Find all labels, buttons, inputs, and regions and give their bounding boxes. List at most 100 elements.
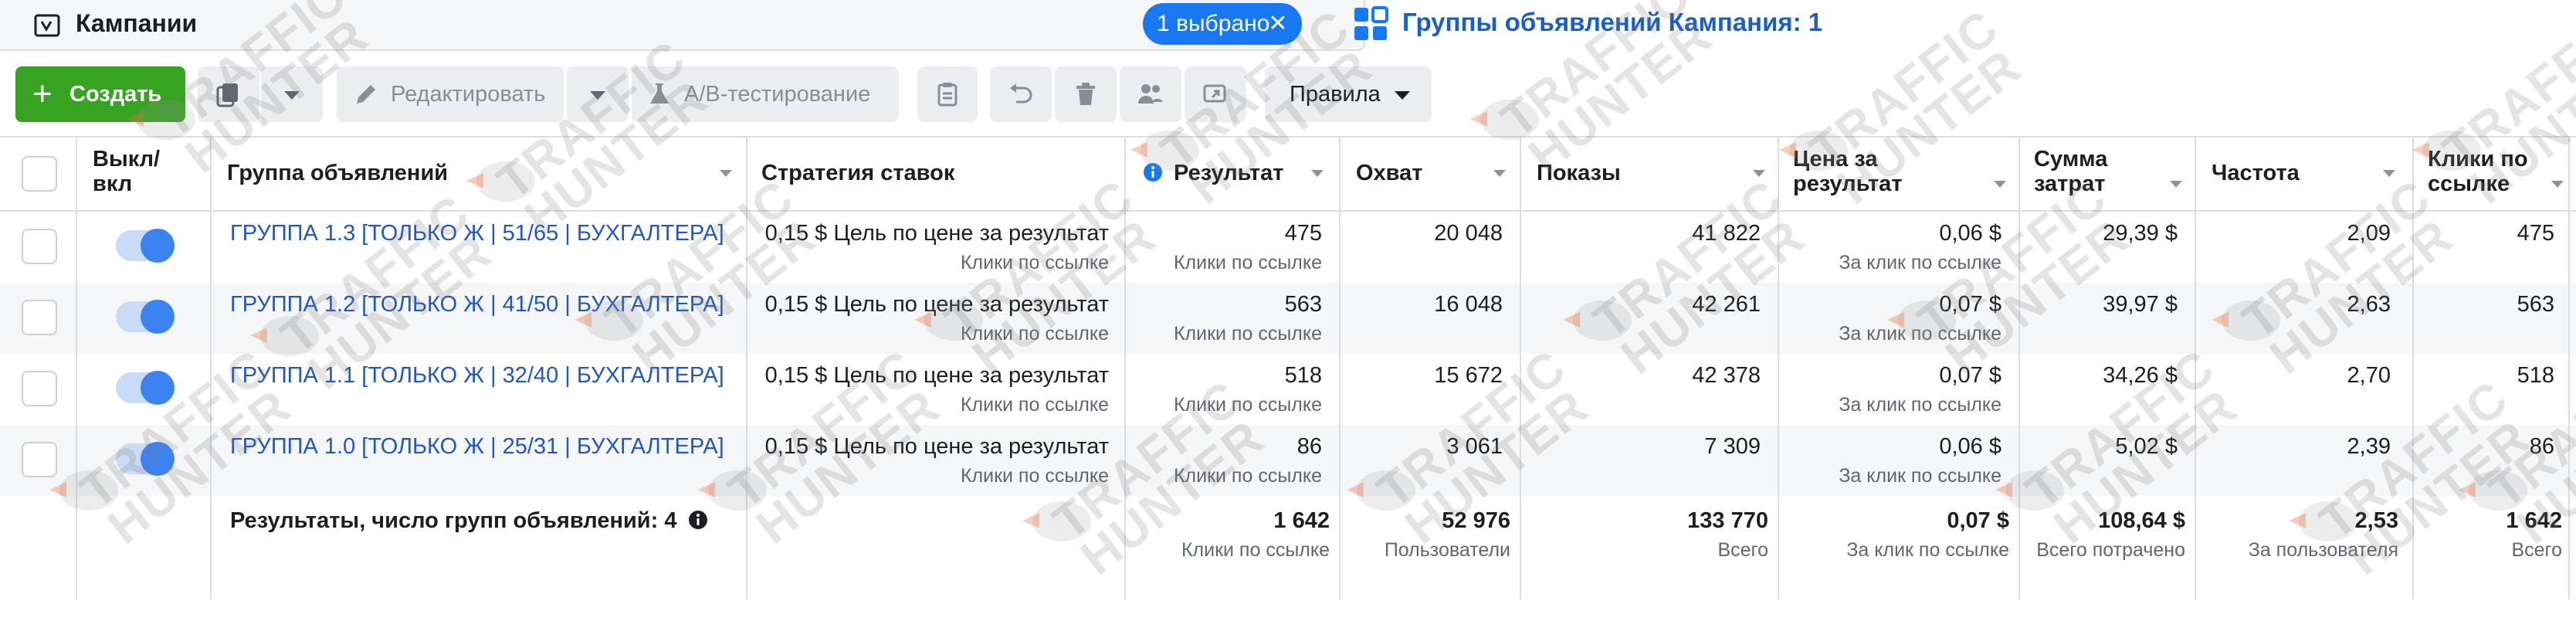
adsets-title: Группы объявлений Кампания: 1 bbox=[1402, 8, 1823, 36]
column-header-spent[interactable]: Сумма затрат bbox=[2034, 147, 2182, 221]
ad-group-name-link[interactable]: ГРУППА 1.0 [ТОЛЬКО Ж | 25/31 | БУХГАЛТЕР… bbox=[230, 434, 724, 460]
ab-test-button[interactable]: A/B-тестирование bbox=[632, 66, 899, 122]
result-value: 563 bbox=[1284, 292, 1322, 317]
summary-frequency-sub: За пользователя bbox=[2248, 539, 2398, 561]
row-toggle[interactable] bbox=[116, 229, 175, 263]
column-divider bbox=[2412, 136, 2414, 599]
summary-cpr-sub: За клик по ссылке bbox=[1846, 539, 2009, 561]
spent-value: 39,97 $ bbox=[2103, 292, 2178, 317]
column-label: Стратегия ставок bbox=[761, 161, 955, 185]
spent-value: 29,39 $ bbox=[2103, 221, 2178, 246]
adsets-table: Выкл/ вкл Группа объявлений Стратегия ст… bbox=[0, 136, 2576, 599]
sort-icon[interactable] bbox=[2170, 181, 2182, 188]
frequency-value: 2,09 bbox=[2347, 221, 2391, 246]
column-divider bbox=[2568, 136, 2570, 599]
row-toggle[interactable] bbox=[116, 300, 175, 334]
sort-icon[interactable] bbox=[2551, 181, 2564, 188]
info-icon[interactable] bbox=[1143, 162, 1163, 182]
sort-icon[interactable] bbox=[1311, 170, 1324, 177]
sort-icon[interactable] bbox=[2383, 170, 2395, 177]
rules-button[interactable]: Правила bbox=[1265, 66, 1432, 122]
sort-icon[interactable] bbox=[1493, 170, 1506, 177]
edit-menu-button[interactable] bbox=[567, 66, 629, 122]
column-label: Показы bbox=[1537, 161, 1621, 185]
result-sub: Клики по ссылке bbox=[1173, 394, 1322, 416]
delete-button[interactable] bbox=[1055, 66, 1117, 122]
ad-group-name-link[interactable]: ГРУППА 1.2 [ТОЛЬКО Ж | 41/50 | БУХГАЛТЕР… bbox=[230, 292, 724, 317]
clear-selection-icon[interactable]: ✕ bbox=[1266, 12, 1290, 36]
bid-strategy-sub: Клики по ссылке bbox=[960, 394, 1109, 416]
edit-label: Редактировать bbox=[391, 82, 546, 107]
row-toggle[interactable] bbox=[116, 442, 175, 476]
result-sub: Клики по ссылке bbox=[1173, 323, 1322, 345]
summary-reach: 52 976 bbox=[1442, 508, 1510, 533]
rules-label: Правила bbox=[1290, 82, 1381, 107]
people-icon bbox=[1138, 84, 1163, 104]
summary-reach-sub: Пользователи bbox=[1384, 539, 1510, 561]
column-header-link-clicks[interactable]: Клики по ссылке bbox=[2428, 147, 2567, 221]
audience-button[interactable] bbox=[1120, 66, 1181, 122]
summary-impressions-sub: Всего bbox=[1717, 539, 1768, 561]
edit-button[interactable]: Редактировать bbox=[337, 66, 564, 122]
summary-spent-sub: Всего потрачено bbox=[2036, 539, 2185, 561]
trash-icon bbox=[1076, 83, 1095, 105]
pencil-icon bbox=[357, 85, 375, 104]
summary-spent: 108,64 $ bbox=[2098, 508, 2185, 533]
cost-per-result-sub: За клик по ссылке bbox=[1839, 252, 2001, 273]
row-checkbox[interactable] bbox=[22, 371, 57, 406]
sort-icon[interactable] bbox=[1994, 181, 2006, 188]
info-icon[interactable] bbox=[688, 510, 708, 530]
campaigns-title: Кампании bbox=[76, 9, 198, 37]
ad-group-name-link[interactable]: ГРУППА 1.1 [ТОЛЬКО Ж | 32/40 | БУХГАЛТЕР… bbox=[230, 363, 724, 389]
column-divider bbox=[1778, 136, 1779, 599]
result-sub: Клики по ссылке bbox=[1173, 252, 1322, 273]
preview-icon bbox=[1203, 84, 1226, 103]
column-header-toggle[interactable]: Выкл/ вкл bbox=[93, 147, 201, 221]
result-value: 518 bbox=[1284, 363, 1322, 388]
result-sub: Клики по ссылке bbox=[1173, 465, 1322, 487]
column-header-cost-per-result[interactable]: Цена за результат bbox=[1793, 147, 2006, 221]
row-checkbox[interactable] bbox=[22, 229, 57, 264]
summary-label: Результаты, число групп объявлений: 4 bbox=[230, 508, 708, 534]
clipboard-icon bbox=[937, 83, 958, 107]
top-bar: Кампании 1 выбрано ✕ Группы объявлений К… bbox=[0, 0, 2576, 54]
sort-icon[interactable] bbox=[1753, 170, 1765, 177]
preview-button[interactable] bbox=[1185, 66, 1246, 122]
bid-strategy-value: 0,15 $ Цель по цене за результат bbox=[764, 221, 1109, 246]
summary-link-clicks: 1 642 bbox=[2506, 508, 2562, 533]
undo-button[interactable] bbox=[990, 66, 1052, 122]
create-button[interactable]: + Создать bbox=[15, 66, 185, 122]
frequency-value: 2,39 bbox=[2347, 434, 2391, 459]
sort-icon[interactable] bbox=[720, 170, 732, 177]
ad-group-name-link[interactable]: ГРУППА 1.3 [ТОЛЬКО Ж | 51/65 | БУХГАЛТЕР… bbox=[230, 221, 724, 246]
duplicate-button[interactable] bbox=[198, 66, 259, 122]
toggle-knob bbox=[141, 442, 175, 476]
duplicate-menu-button[interactable] bbox=[261, 66, 323, 122]
column-label: Цена за результат bbox=[1793, 147, 1903, 196]
column-label: Сумма затрат bbox=[2034, 147, 2108, 196]
row-checkbox[interactable] bbox=[22, 300, 57, 335]
table-top-border bbox=[0, 136, 2576, 138]
select-all-checkbox[interactable] bbox=[22, 156, 57, 192]
cost-per-result-value: 0,06 $ bbox=[1939, 434, 2001, 459]
cost-per-result-value: 0,07 $ bbox=[1939, 292, 2001, 317]
undo-icon bbox=[1010, 83, 1032, 104]
summary-result: 1 642 bbox=[1273, 508, 1330, 533]
summary-result-sub: Клики по ссылке bbox=[1181, 539, 1330, 561]
report-button[interactable] bbox=[917, 66, 978, 122]
link-clicks-value: 86 bbox=[2529, 434, 2554, 459]
campaigns-tab[interactable]: Кампании 1 выбрано ✕ bbox=[0, 0, 1365, 51]
row-toggle[interactable] bbox=[116, 371, 175, 405]
cost-per-result-value: 0,07 $ bbox=[1939, 363, 2001, 388]
summary-link-clicks-sub: Всего bbox=[2511, 539, 2562, 561]
reach-value: 3 061 bbox=[1446, 434, 1503, 459]
summary-label-text: Результаты, число групп объявлений: 4 bbox=[230, 508, 677, 533]
reach-value: 15 672 bbox=[1434, 363, 1503, 388]
flask-icon bbox=[650, 83, 669, 104]
row-checkbox[interactable] bbox=[22, 442, 57, 477]
chevron-down-icon bbox=[284, 91, 300, 100]
column-label: Охват bbox=[1356, 161, 1423, 185]
chevron-down-icon bbox=[1395, 91, 1410, 100]
selection-pill[interactable]: 1 выбрано ✕ bbox=[1143, 3, 1302, 45]
reach-value: 16 048 bbox=[1434, 292, 1503, 317]
